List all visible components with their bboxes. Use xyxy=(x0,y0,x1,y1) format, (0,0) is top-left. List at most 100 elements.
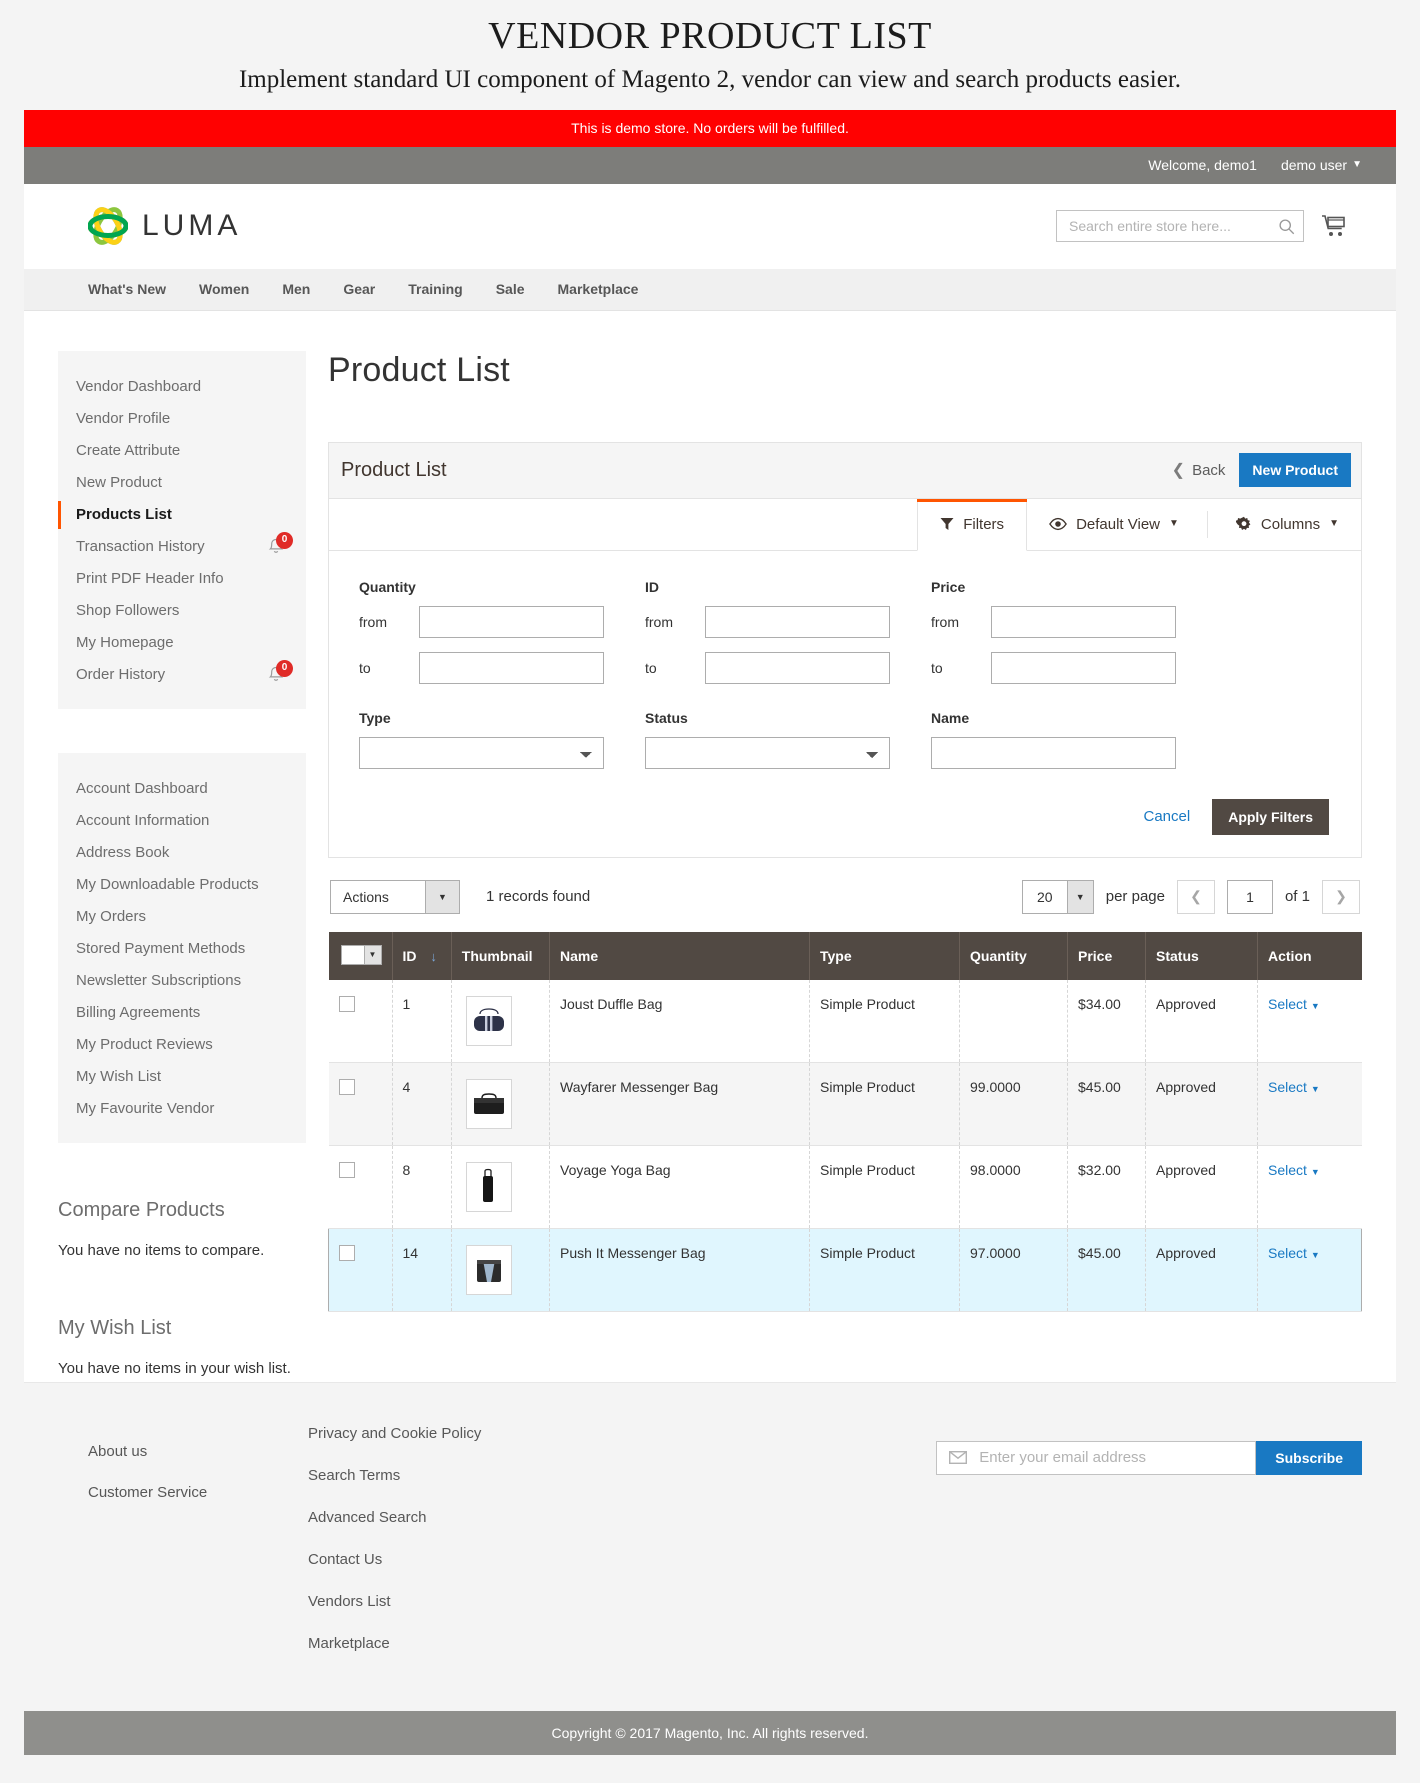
subscribe-button[interactable]: Subscribe xyxy=(1256,1440,1362,1475)
select-all-dropdown[interactable]: ▼ xyxy=(340,944,382,965)
nav-item-gear[interactable]: Gear xyxy=(343,281,375,297)
table-row[interactable]: 4 Wayfarer Messenger Bag Simple Product … xyxy=(328,1062,1362,1146)
col-status[interactable]: Status xyxy=(1145,931,1258,980)
nav-item-training[interactable]: Training xyxy=(408,281,462,297)
sidebar-item-vendor-dashboard[interactable]: Vendor Dashboard xyxy=(58,371,306,403)
col-id[interactable]: ID ↓ xyxy=(392,931,452,980)
page-number-input[interactable] xyxy=(1226,879,1273,914)
row-checkbox[interactable] xyxy=(339,1244,355,1261)
checkbox-icon[interactable] xyxy=(342,946,364,964)
footer-link-search-terms[interactable]: Search Terms xyxy=(308,1467,688,1484)
footer-link-vendors-list[interactable]: Vendors List xyxy=(308,1593,688,1610)
nav-item-marketplace[interactable]: Marketplace xyxy=(558,281,639,297)
sidebar-item-create-attribute[interactable]: Create Attribute xyxy=(58,435,306,467)
sidebar-item-billing-agreements[interactable]: Billing Agreements xyxy=(58,997,306,1029)
col-select-all[interactable]: ▼ xyxy=(328,931,393,980)
price-to-input[interactable] xyxy=(991,651,1176,684)
nav-item-whats-new[interactable]: What's New xyxy=(88,281,166,297)
sidebar-item-my-favourite-vendor[interactable]: My Favourite Vendor xyxy=(58,1093,306,1125)
col-thumbnail[interactable]: Thumbnail xyxy=(451,931,551,980)
sidebar-item-address-book[interactable]: Address Book xyxy=(58,837,306,869)
footer-link-customer-service[interactable]: Customer Service xyxy=(88,1484,308,1501)
col-price[interactable]: Price xyxy=(1067,931,1146,980)
row-action-cell[interactable]: Select ▼ xyxy=(1257,979,1362,1063)
previous-page-button[interactable]: ❮ xyxy=(1176,879,1215,914)
actions-dropdown[interactable]: Actions ▼ xyxy=(330,879,460,914)
name-input[interactable] xyxy=(931,736,1176,769)
nav-item-sale[interactable]: Sale xyxy=(496,281,525,297)
columns-dropdown[interactable]: Columns ▼ xyxy=(1214,499,1361,550)
logo[interactable]: LUMA xyxy=(88,205,241,247)
row-checkbox[interactable] xyxy=(338,1161,355,1178)
col-action[interactable]: Action xyxy=(1257,931,1362,980)
sidebar-item-my-downloadable-products[interactable]: My Downloadable Products xyxy=(58,869,306,901)
next-page-button[interactable]: ❯ xyxy=(1322,879,1360,914)
notification-bell[interactable]: 0 xyxy=(266,531,293,558)
per-page-dropdown[interactable]: 20 ▼ xyxy=(1021,879,1094,914)
sidebar-item-print-pdf-header-info[interactable]: Print PDF Header Info xyxy=(58,563,306,595)
filters-tab[interactable]: Filters xyxy=(917,498,1028,551)
footer-link-advanced-search[interactable]: Advanced Search xyxy=(308,1509,688,1526)
search-input[interactable] xyxy=(1069,218,1278,235)
quantity-to-input[interactable] xyxy=(419,651,604,684)
row-action-select[interactable]: Select ▼ xyxy=(1268,1079,1320,1095)
new-product-button[interactable]: New Product xyxy=(1239,453,1351,488)
sidebar-item-shop-followers[interactable]: Shop Followers xyxy=(58,595,306,627)
id-to-input[interactable] xyxy=(705,651,890,684)
row-checkbox-cell[interactable] xyxy=(328,1228,393,1312)
sidebar-item-my-wish-list[interactable]: My Wish List xyxy=(58,1061,306,1093)
row-checkbox-cell[interactable] xyxy=(328,1062,393,1146)
user-switcher[interactable]: demo user ▼ xyxy=(1281,157,1362,173)
chevron-down-icon[interactable]: ▼ xyxy=(363,945,381,964)
row-action-cell[interactable]: Select ▼ xyxy=(1257,1062,1362,1146)
sidebar-item-new-product[interactable]: New Product xyxy=(58,467,306,499)
cart-icon[interactable] xyxy=(1320,213,1348,239)
row-checkbox-cell[interactable] xyxy=(328,1145,393,1229)
search-icon[interactable] xyxy=(1278,218,1295,235)
col-type[interactable]: Type xyxy=(809,931,960,980)
sidebar-item-stored-payment-methods[interactable]: Stored Payment Methods xyxy=(58,933,306,965)
sidebar-item-vendor-profile[interactable]: Vendor Profile xyxy=(58,403,306,435)
status-select[interactable] xyxy=(645,736,890,769)
newsletter-email-input[interactable] xyxy=(979,1449,1256,1467)
notification-bell[interactable]: 0 xyxy=(266,659,293,686)
row-checkbox-cell[interactable] xyxy=(328,979,393,1063)
nav-item-men[interactable]: Men xyxy=(282,281,310,297)
table-row[interactable]: 8 Voyage Yoga Bag Simple Product 98.0000… xyxy=(328,1145,1362,1229)
table-row[interactable]: 1 Joust Duffle Bag Simple Product $34.00… xyxy=(328,979,1362,1063)
row-action-select[interactable]: Select ▼ xyxy=(1268,996,1320,1012)
sidebar-item-order-history[interactable]: Order History 0 xyxy=(58,659,306,691)
row-action-select[interactable]: Select ▼ xyxy=(1268,1162,1320,1178)
cancel-filters-link[interactable]: Cancel xyxy=(1144,808,1191,825)
sidebar-item-my-orders[interactable]: My Orders xyxy=(58,901,306,933)
row-checkbox[interactable] xyxy=(338,995,355,1012)
row-action-cell[interactable]: Select ▼ xyxy=(1257,1228,1362,1312)
sidebar-item-products-list[interactable]: Products List xyxy=(58,499,306,531)
footer-link-marketplace[interactable]: Marketplace xyxy=(308,1635,688,1652)
apply-filters-button[interactable]: Apply Filters xyxy=(1212,798,1329,835)
quantity-from-input[interactable] xyxy=(419,605,604,638)
col-quantity[interactable]: Quantity xyxy=(959,931,1068,980)
sidebar-item-my-homepage[interactable]: My Homepage xyxy=(58,627,306,659)
table-row[interactable]: 14 Push It Messenger Bag Simple Product … xyxy=(328,1228,1362,1312)
id-from-input[interactable] xyxy=(705,605,890,638)
sidebar-item-account-information[interactable]: Account Information xyxy=(58,805,306,837)
store-search[interactable] xyxy=(1056,210,1304,243)
row-action-select[interactable]: Select ▼ xyxy=(1268,1245,1320,1261)
newsletter-input-wrap[interactable] xyxy=(936,1440,1257,1475)
price-from-input[interactable] xyxy=(991,605,1176,638)
back-button[interactable]: ❮ Back xyxy=(1172,460,1226,480)
sidebar-item-transaction-history[interactable]: Transaction History 0 xyxy=(58,531,306,563)
col-name[interactable]: Name xyxy=(549,931,810,980)
footer-link-privacy-policy[interactable]: Privacy and Cookie Policy xyxy=(308,1425,688,1442)
footer-link-contact-us[interactable]: Contact Us xyxy=(308,1551,688,1568)
footer-link-about-us[interactable]: About us xyxy=(88,1443,308,1460)
sidebar-item-my-product-reviews[interactable]: My Product Reviews xyxy=(58,1029,306,1061)
row-action-cell[interactable]: Select ▼ xyxy=(1257,1145,1362,1229)
type-select[interactable] xyxy=(359,736,604,769)
sidebar-item-account-dashboard[interactable]: Account Dashboard xyxy=(58,773,306,805)
default-view-dropdown[interactable]: Default View ▼ xyxy=(1027,499,1201,550)
nav-item-women[interactable]: Women xyxy=(199,281,249,297)
sidebar-item-newsletter-subscriptions[interactable]: Newsletter Subscriptions xyxy=(58,965,306,997)
row-checkbox[interactable] xyxy=(338,1078,355,1095)
